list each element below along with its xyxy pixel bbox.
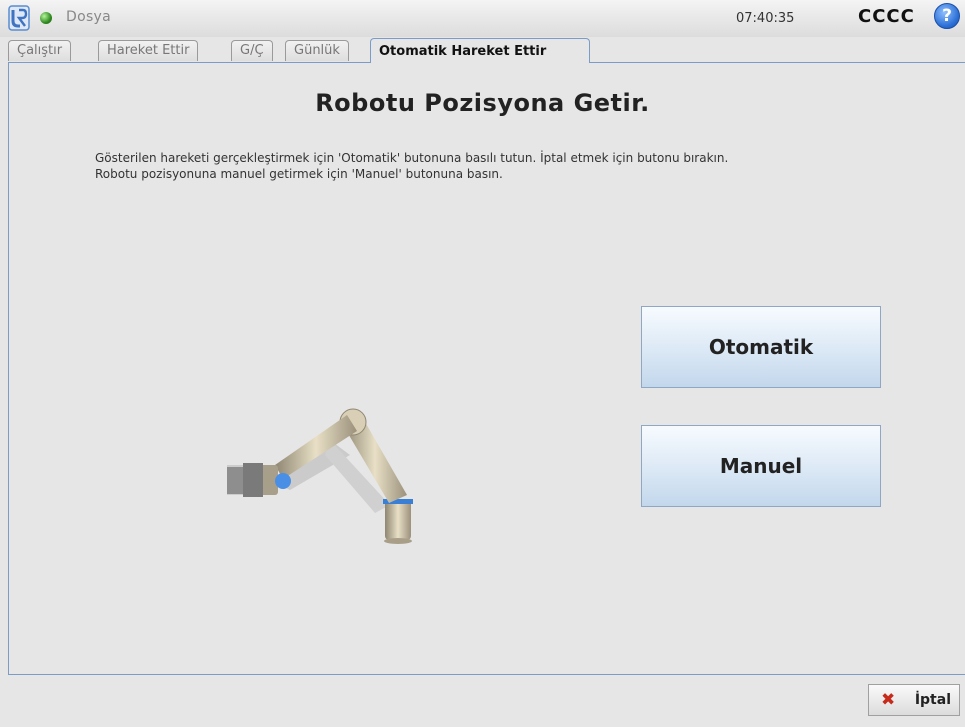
tab-io[interactable]: G/Ç <box>231 40 273 61</box>
tab-move[interactable]: Hareket Ettir <box>98 40 199 61</box>
ur-logo-icon[interactable] <box>8 5 30 31</box>
tab-log[interactable]: Günlük <box>285 40 349 61</box>
close-x-icon: ✖ <box>881 690 896 710</box>
top-bar: Dosya 07:40:35 CCCC ? <box>0 0 965 37</box>
robot-base <box>385 500 411 540</box>
clock: 07:40:35 <box>736 11 795 26</box>
help-icon[interactable]: ? <box>934 3 960 29</box>
auto-move-button[interactable]: Otomatik <box>641 306 881 388</box>
robot-wrist-joint <box>275 473 291 489</box>
instruction-line-1: Gösterilen hareketi gerçekleştirmek için… <box>95 151 729 165</box>
cancel-button[interactable]: ✖ İptal <box>868 684 960 716</box>
cancel-button-label: İptal <box>914 692 951 708</box>
manual-button[interactable]: Manuel <box>641 425 881 507</box>
robot-arm-preview <box>227 408 413 544</box>
tab-auto-move[interactable]: Otomatik Hareket Ettir <box>370 38 590 63</box>
page-title: Robotu Pozisyona Getir. <box>315 89 650 117</box>
file-menu[interactable]: Dosya <box>66 9 111 25</box>
robot-name: CCCC <box>858 6 915 27</box>
instruction-line-2: Robotu pozisyonuna manuel getirmek için … <box>95 167 503 181</box>
tab-run[interactable]: Çalıştır <box>8 40 72 61</box>
status-dot-icon <box>40 12 52 24</box>
tab-bar: Çalıştır Hareket Ettir G/Ç Günlük Otomat… <box>0 38 965 63</box>
